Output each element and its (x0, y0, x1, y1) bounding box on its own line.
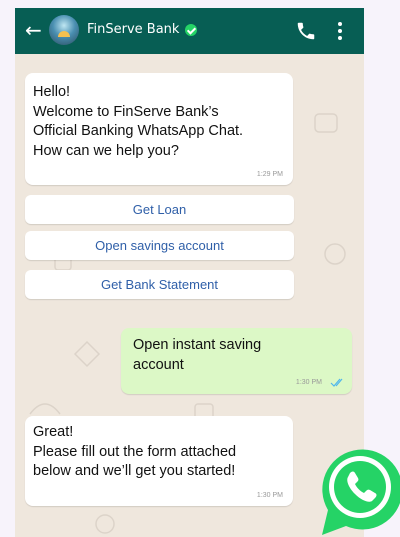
avatar[interactable] (49, 15, 79, 45)
message-time: 1:30 PM (256, 492, 283, 499)
whatsapp-logo-icon (322, 449, 400, 535)
verified-check-icon (185, 24, 197, 36)
contact-name[interactable]: FinServe Bank (87, 22, 179, 37)
message-text: Great! Please fill out the form attached… (33, 424, 237, 479)
chat-window: ← FinServe Bank Hello! Welcome to FinSer… (15, 8, 364, 537)
phone-icon[interactable] (295, 20, 317, 42)
quick-reply-bank-statement[interactable]: Get Bank Statement (25, 270, 294, 299)
message-text: Open instant saving account (133, 337, 262, 373)
back-arrow-icon[interactable]: ← (25, 19, 45, 41)
message-incoming: Hello! Welcome to FinServe Bank’s Offici… (25, 73, 293, 185)
double-check-icon (330, 378, 343, 387)
quick-reply-open-savings[interactable]: Open savings account (25, 231, 294, 260)
chat-header: ← FinServe Bank (15, 8, 364, 54)
message-time: 1:30 PM (295, 379, 322, 386)
more-vert-icon[interactable] (333, 20, 347, 42)
message-outgoing: Open instant saving account 1:30 PM (121, 328, 352, 394)
message-time: 1:29 PM (256, 171, 283, 178)
message-text: Hello! Welcome to FinServe Bank’s Offici… (33, 84, 244, 159)
quick-reply-get-loan[interactable]: Get Loan (25, 195, 294, 224)
message-incoming: Great! Please fill out the form attached… (25, 416, 293, 506)
